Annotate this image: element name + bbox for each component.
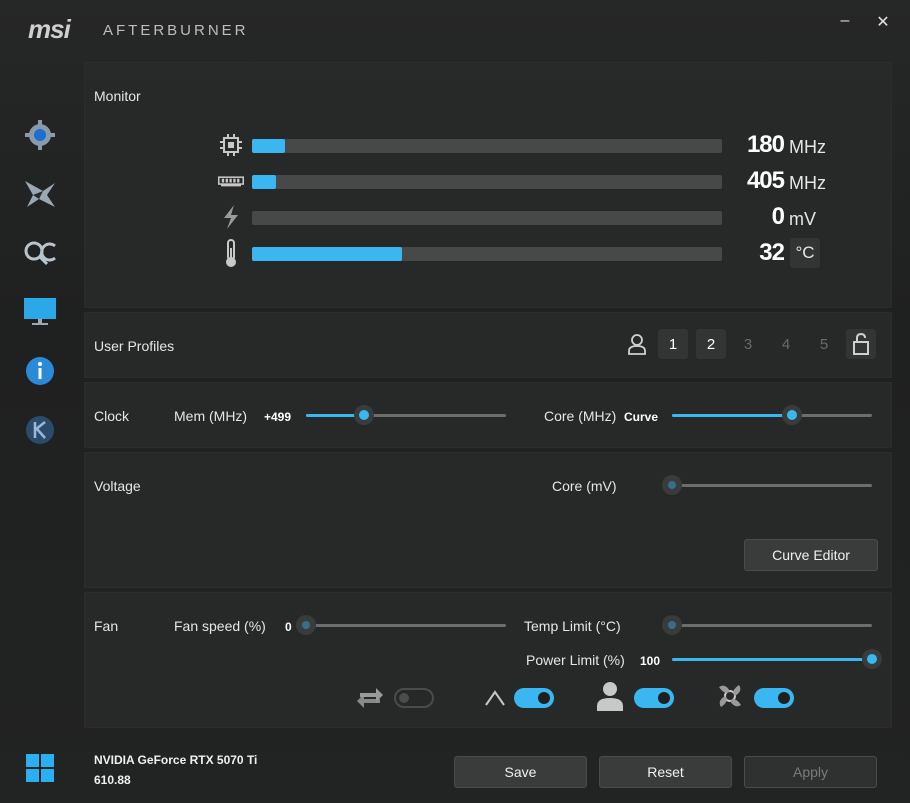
core-clock-slider-fill <box>672 414 792 417</box>
user-define-toggle[interactable] <box>634 688 674 708</box>
monitoring-search-icon[interactable] <box>22 235 58 271</box>
oc-scanner-icon[interactable] <box>22 176 58 212</box>
memory-clock-bar <box>252 175 722 189</box>
mem-clock-slider[interactable] <box>306 405 506 425</box>
windows-icon[interactable] <box>22 750 58 786</box>
mem-clock-label: Mem (MHz) <box>174 408 248 424</box>
temperature-unit-toggle[interactable]: °C <box>790 238 820 268</box>
display-monitor-icon[interactable] <box>22 294 58 330</box>
core-clock-value: 180 <box>746 131 785 158</box>
profile-5-button[interactable]: 5 <box>809 329 839 359</box>
unlock-icon[interactable] <box>846 329 876 359</box>
reset-button[interactable]: Reset <box>599 756 732 788</box>
driver-version: 610.88 <box>94 773 131 787</box>
settings-gear-icon[interactable] <box>22 117 58 153</box>
core-clock-label: Core (MHz) <box>544 408 617 424</box>
msi-logo: msi <box>28 14 71 44</box>
memory-clock-value: 405 <box>746 167 785 194</box>
profile-4-button[interactable]: 4 <box>771 329 801 359</box>
voltage-title: Voltage <box>94 478 141 494</box>
temperature-icon <box>218 239 244 267</box>
fan-mode-icon <box>715 681 745 711</box>
core-voltage-label: Core (mV) <box>552 478 617 494</box>
core-voltage-knob[interactable] <box>662 475 682 495</box>
core-clock-mode: Curve <box>624 410 659 424</box>
temperature-bar <box>252 247 722 261</box>
voltage-unit: mV <box>789 209 816 229</box>
info-icon[interactable] <box>22 353 58 389</box>
core-clock-slider[interactable] <box>672 405 872 425</box>
apply-button[interactable]: Apply <box>744 756 877 788</box>
monitor-title: Monitor <box>94 88 141 104</box>
save-button[interactable]: Save <box>454 756 587 788</box>
afterburner-window: msi AFTERBURNER – ✕ Monitor 180 MHz 405 … <box>0 0 910 803</box>
fan-sync-icon <box>355 683 385 713</box>
auto-icon <box>480 683 510 713</box>
fan-mode-toggle[interactable] <box>754 688 794 708</box>
power-limit-fill <box>672 658 872 661</box>
fan-speed-value: 0 <box>285 620 292 634</box>
clock-panel: Clock Mem (MHz) +499 Core (MHz) Curve <box>84 382 892 448</box>
profile-1-button[interactable]: 1 <box>658 329 688 359</box>
memory-clock-value-box: 405 <box>730 167 785 197</box>
curve-editor-button[interactable]: Curve Editor <box>744 539 878 571</box>
voltage-panel: Voltage Core (mV) Curve Editor <box>84 452 892 588</box>
memory-icon <box>218 168 244 194</box>
profile-user-icon <box>622 329 652 359</box>
gpu-chip-icon <box>218 132 244 158</box>
core-clock-fill <box>252 139 285 153</box>
temperature-value: 32 <box>759 239 785 266</box>
voltage-value-box: 0 <box>740 203 785 233</box>
fan-title: Fan <box>94 618 119 634</box>
fan-speed-slider[interactable] <box>296 615 506 635</box>
sidebar <box>0 50 80 803</box>
minimize-button[interactable]: – <box>834 12 856 30</box>
user-profiles-title: User Profiles <box>94 338 175 354</box>
power-limit-knob[interactable] <box>862 649 882 669</box>
fan-panel: Fan Fan speed (%) 0 Temp Limit (°C) Powe… <box>84 592 892 728</box>
fan-speed-knob[interactable] <box>296 615 316 635</box>
kombustor-k-icon[interactable] <box>22 412 58 448</box>
user-profiles-panel: User Profiles 1 2 3 4 5 <box>84 312 892 378</box>
fan-sync-toggle[interactable] <box>394 688 434 708</box>
temperature-value-box: 32 <box>740 239 785 269</box>
core-clock-unit: MHz <box>789 137 826 157</box>
memory-clock-fill <box>252 175 276 189</box>
gpu-name: NVIDIA GeForce RTX 5070 Ti <box>94 753 258 767</box>
core-clock-knob[interactable] <box>782 405 802 425</box>
temperature-fill <box>252 247 403 261</box>
temp-limit-slider[interactable] <box>662 615 872 635</box>
temp-limit-knob[interactable] <box>662 615 682 635</box>
temp-limit-label: Temp Limit (°C) <box>524 618 621 634</box>
core-clock-value-box: 180 <box>740 131 785 161</box>
profile-2-button[interactable]: 2 <box>696 329 726 359</box>
power-limit-label: Power Limit (%) <box>526 652 625 668</box>
core-clock-bar <box>252 139 722 153</box>
voltage-value: 0 <box>771 203 785 230</box>
mem-clock-offset: +499 <box>264 410 292 424</box>
voltage-icon <box>218 204 244 230</box>
profile-3-button[interactable]: 3 <box>733 329 763 359</box>
close-button[interactable]: ✕ <box>872 12 894 32</box>
fan-speed-label: Fan speed (%) <box>174 618 266 634</box>
memory-clock-unit: MHz <box>789 173 826 193</box>
clock-title: Clock <box>94 408 130 424</box>
app-title: AFTERBURNER <box>103 22 249 39</box>
mem-clock-knob[interactable] <box>354 405 374 425</box>
user-define-icon <box>595 681 625 711</box>
power-limit-value: 100 <box>640 654 661 668</box>
power-limit-slider[interactable] <box>672 649 882 669</box>
voltage-bar <box>252 211 722 225</box>
title-bar: msi AFTERBURNER – ✕ <box>0 0 910 50</box>
auto-toggle[interactable] <box>514 688 554 708</box>
core-voltage-slider[interactable] <box>662 475 872 495</box>
